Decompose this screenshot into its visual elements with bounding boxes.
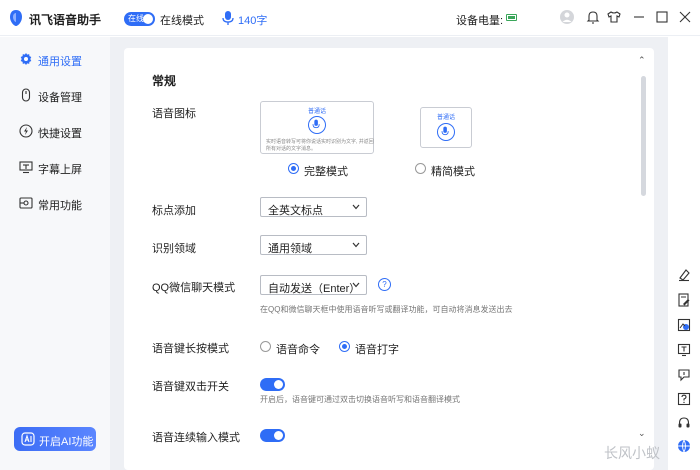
sidebar-item-caption-display[interactable]: 字幕上屏 bbox=[0, 155, 110, 181]
domain-value: 通用领域 bbox=[268, 243, 312, 255]
function-icon bbox=[19, 197, 33, 209]
ai-icon bbox=[21, 432, 35, 446]
voice-command-label: 语音命令 bbox=[276, 344, 320, 356]
help-icon[interactable]: ? bbox=[378, 278, 391, 291]
punctuation-value: 全英文标点 bbox=[268, 205, 323, 217]
domain-select[interactable]: 通用领域 bbox=[260, 235, 367, 255]
voice-typing-radio[interactable] bbox=[339, 341, 350, 352]
mode-label: 在线模式 bbox=[160, 15, 204, 27]
sidebar: 通用设置 设备管理 快捷设置 字幕上屏 常用功能 bbox=[0, 37, 110, 470]
caption-icon bbox=[19, 161, 33, 174]
preview-mic-icon bbox=[308, 116, 326, 134]
enable-ai-button[interactable]: 开启AI功能 bbox=[14, 427, 96, 451]
full-mode-radio[interactable] bbox=[288, 163, 299, 174]
scroll-down-icon[interactable]: ⌄ bbox=[638, 428, 646, 439]
battery-label: 设备电量: bbox=[456, 15, 504, 27]
sidebar-item-label: 快捷设置 bbox=[38, 128, 82, 140]
punctuation-label: 标点添加 bbox=[152, 205, 196, 217]
voice-command-radio[interactable] bbox=[260, 341, 271, 352]
shirt-icon[interactable] bbox=[606, 9, 622, 25]
sidebar-item-label: 常用功能 bbox=[38, 200, 82, 212]
voice-typing-label: 语音打字 bbox=[355, 344, 399, 356]
preview-mic-icon bbox=[437, 123, 455, 141]
qq-wechat-hint: 在QQ和微信聊天框中使用语音听写或翻译功能，可自动将消息发送出去 bbox=[260, 305, 513, 314]
minimize-icon[interactable] bbox=[631, 9, 647, 25]
compact-mode-preview[interactable]: 普通话 bbox=[420, 107, 472, 148]
chevron-down-icon bbox=[352, 282, 360, 288]
section-title: 常规 bbox=[152, 74, 177, 88]
word-count: 140字 bbox=[238, 15, 268, 27]
settings-panel bbox=[124, 48, 654, 470]
battery-icon bbox=[506, 14, 517, 21]
scrollbar-thumb[interactable] bbox=[641, 76, 646, 196]
online-toggle-text: 在线 bbox=[128, 14, 144, 23]
full-mode-preview[interactable]: 普通话 实时语音转写可将你说话实时识别为文字, 并返回所有对话的文字消息。 bbox=[260, 101, 374, 154]
sidebar-item-label: 字幕上屏 bbox=[38, 164, 82, 176]
toggle-knob bbox=[143, 14, 153, 24]
chevron-down-icon bbox=[352, 242, 360, 248]
sidebar-item-label: 通用设置 bbox=[38, 56, 82, 68]
title-bar: 讯飞语音助手 在线 在线模式 140字 设备电量: bbox=[0, 0, 700, 36]
preview-tag: 普通话 bbox=[307, 109, 326, 115]
double-click-hint: 开启后，语音键可通过双击切换语音听写和语音翻译模式 bbox=[260, 395, 460, 404]
compact-mode-radio[interactable] bbox=[415, 163, 426, 174]
watermark: 长风小蚁 bbox=[604, 445, 660, 461]
user-icon[interactable] bbox=[559, 9, 575, 25]
lightning-icon bbox=[19, 124, 33, 138]
app-title: 讯飞语音助手 bbox=[29, 13, 102, 27]
compact-mode-label: 精简模式 bbox=[431, 166, 475, 178]
double-click-switch[interactable] bbox=[260, 378, 285, 391]
qq-wechat-label: QQ微信聊天模式 bbox=[152, 282, 236, 294]
sidebar-item-label: 设备管理 bbox=[38, 92, 82, 104]
app-logo-icon bbox=[10, 10, 22, 26]
enable-ai-label: 开启AI功能 bbox=[39, 436, 94, 448]
text-icon[interactable] bbox=[677, 343, 691, 357]
image-translate-icon[interactable] bbox=[677, 318, 691, 332]
close-icon[interactable] bbox=[677, 9, 693, 25]
bell-icon[interactable] bbox=[585, 9, 601, 25]
scroll-up-icon[interactable]: ⌃ bbox=[638, 55, 646, 66]
voice-icon-label: 语音图标 bbox=[152, 108, 196, 120]
sidebar-item-device-management[interactable]: 设备管理 bbox=[0, 83, 110, 109]
sidebar-item-shortcut-settings[interactable]: 快捷设置 bbox=[0, 119, 110, 145]
maximize-icon[interactable] bbox=[654, 9, 670, 25]
eraser-icon[interactable] bbox=[677, 268, 691, 282]
headset-icon[interactable] bbox=[677, 416, 691, 430]
preview-tag: 普通话 bbox=[436, 115, 455, 121]
domain-label: 识别领域 bbox=[152, 243, 196, 255]
punctuation-select[interactable]: 全英文标点 bbox=[260, 197, 367, 217]
microphone-icon bbox=[222, 11, 234, 25]
gear-icon bbox=[20, 53, 32, 65]
continuous-input-label: 语音连续输入模式 bbox=[152, 432, 240, 444]
sidebar-item-general-settings[interactable]: 通用设置 bbox=[0, 47, 110, 73]
double-click-label: 语音键双击开关 bbox=[152, 381, 229, 393]
preview-description: 实时语音转写可将你说话实时识别为文字, 并返回所有对话的文字消息。 bbox=[266, 139, 374, 152]
document-edit-icon[interactable] bbox=[677, 293, 691, 307]
mouse-icon bbox=[21, 88, 31, 102]
help-icon[interactable] bbox=[677, 392, 691, 406]
full-mode-label: 完整模式 bbox=[304, 166, 348, 178]
long-press-label: 语音键长按模式 bbox=[152, 343, 229, 355]
continuous-input-switch[interactable] bbox=[260, 429, 285, 442]
online-mode-toggle[interactable]: 在线 bbox=[124, 12, 155, 26]
chat-icon[interactable] bbox=[677, 368, 691, 382]
qq-wechat-value: 自动发送（Enter） bbox=[268, 283, 361, 295]
sidebar-item-common-functions[interactable]: 常用功能 bbox=[0, 191, 110, 217]
chevron-down-icon bbox=[352, 204, 360, 210]
qq-wechat-select[interactable]: 自动发送（Enter） bbox=[260, 275, 367, 295]
globe-icon[interactable] bbox=[677, 439, 691, 453]
